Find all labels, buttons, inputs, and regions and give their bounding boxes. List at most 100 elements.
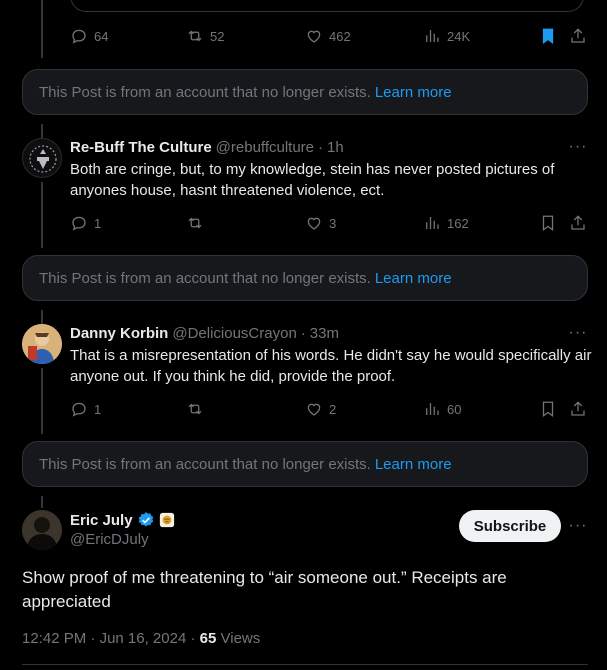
learn-more-link[interactable]: Learn more [375, 270, 452, 287]
heart-icon [307, 30, 321, 43]
bookmark-icon [542, 215, 554, 232]
views-button[interactable]: 60 [423, 399, 461, 419]
cartoon-avatar-icon [22, 324, 62, 364]
unavailable-post-notice: This Post is from an account that no lon… [22, 255, 588, 301]
verified-badge-icon[interactable] [137, 511, 155, 529]
reply-actions: 1 3 162 [70, 213, 592, 233]
avatar[interactable] [22, 138, 62, 178]
unavailable-post-notice: This Post is from an account that no lon… [22, 69, 588, 115]
unavailable-post-notice: This Post is from an account that no lon… [22, 441, 588, 487]
reply-icon [72, 216, 86, 231]
reply-button[interactable]: 1 [70, 213, 101, 233]
like-button[interactable]: 3 [305, 213, 336, 233]
like-count: 462 [329, 28, 351, 44]
share-icon [571, 401, 585, 416]
views-count: 65 [199, 630, 217, 647]
views-count: 60 [447, 401, 462, 417]
thread-line [41, 368, 43, 434]
display-name[interactable]: Eric July [70, 512, 133, 529]
post-date[interactable]: Jun 16, 2024 [100, 630, 187, 647]
display-name[interactable]: Re-Buff The Culture [70, 139, 212, 156]
thread-line [41, 310, 43, 324]
reply-icon [72, 402, 86, 417]
dot-separator: · [318, 138, 324, 156]
reply-header: Danny Korbin @DeliciousCrayon · 33m [70, 323, 339, 343]
display-name[interactable]: Danny Korbin [70, 325, 168, 342]
reply-header: Re-Buff The Culture @rebuffculture · 1h [70, 137, 344, 157]
reply-button[interactable]: 64 [70, 26, 108, 46]
quoted-card-edge [70, 0, 584, 12]
user-handle[interactable]: @DeliciousCrayon [172, 325, 296, 342]
heart-icon [307, 403, 321, 416]
views-icon [426, 403, 439, 415]
reply-count: 1 [94, 401, 102, 417]
more-icon[interactable]: ··· [569, 517, 587, 535]
main-author-name: Eric July [70, 510, 175, 530]
dot-separator: · [190, 630, 200, 647]
thread-line [41, 182, 43, 248]
bookmark-filled-icon [542, 28, 554, 45]
thread-line [41, 496, 43, 508]
reply-count: 64 [94, 28, 109, 44]
share-icon [571, 28, 585, 43]
notice-text: This Post is from an account that no lon… [39, 269, 371, 287]
like-count: 3 [329, 215, 337, 231]
thread-line [41, 0, 43, 58]
main-post-text: Show proof of me threatening to “air som… [22, 568, 507, 611]
bookmark-button[interactable] [539, 399, 557, 419]
main-user-handle[interactable]: @EricDJuly [70, 530, 149, 550]
views-count: 162 [447, 215, 469, 231]
views-icon [426, 217, 439, 229]
divider [22, 664, 588, 665]
repost-button[interactable]: 52 [186, 26, 224, 46]
subscribe-button[interactable]: Subscribe [459, 510, 561, 542]
repost-count: 52 [210, 28, 225, 44]
repost-icon [188, 403, 202, 415]
heart-icon [307, 217, 321, 230]
views-count: 24K [447, 28, 471, 44]
avatar[interactable] [22, 324, 62, 364]
share-button[interactable] [569, 213, 587, 233]
bookmark-button[interactable] [539, 213, 557, 233]
reply-text: That is a misrepresentation of his words… [70, 347, 592, 385]
dot-separator: · [90, 630, 100, 647]
affiliate-badge-icon[interactable] [159, 512, 175, 528]
repost-button[interactable] [186, 213, 204, 233]
notice-text: This Post is from an account that no lon… [39, 83, 371, 101]
bookmark-button[interactable] [539, 26, 557, 46]
thread-line [41, 124, 43, 138]
reply-icon [72, 29, 86, 44]
learn-more-link[interactable]: Learn more [375, 456, 452, 473]
reply-actions: 1 2 60 [70, 399, 592, 419]
avatar[interactable] [22, 510, 62, 550]
share-button[interactable] [569, 399, 587, 419]
post-meta: 12:42 PM · Jun 16, 2024 · 65 Views [22, 630, 260, 647]
share-icon [571, 215, 585, 230]
share-button[interactable] [569, 26, 587, 46]
repost-icon [188, 30, 202, 42]
notice-text: This Post is from an account that no lon… [39, 455, 371, 473]
user-handle[interactable]: @rebuffculture [216, 139, 314, 156]
more-icon[interactable]: ··· [569, 138, 587, 156]
views-button[interactable]: 162 [423, 213, 469, 233]
profile-photo-icon [22, 510, 62, 550]
reply-button[interactable]: 1 [70, 399, 101, 419]
like-count: 2 [329, 401, 337, 417]
views-icon [426, 30, 439, 42]
bookmark-icon [542, 401, 554, 418]
reply-text: Both are cringe, but, to my knowledge, s… [70, 161, 555, 199]
like-button[interactable]: 2 [305, 399, 336, 419]
like-button[interactable]: 462 [305, 26, 351, 46]
views-label: Views [220, 630, 261, 647]
post-time[interactable]: 12:42 PM [22, 630, 86, 647]
top-post-actions: 64 52 462 24K [70, 26, 592, 46]
learn-more-link[interactable]: Learn more [375, 84, 452, 101]
post-time[interactable]: 1h [327, 139, 344, 156]
reply-count: 1 [94, 215, 102, 231]
post-time[interactable]: 33m [310, 325, 339, 342]
repost-icon [188, 217, 202, 229]
views-button[interactable]: 24K [423, 26, 470, 46]
dot-separator: · [300, 324, 306, 342]
more-icon[interactable]: ··· [569, 324, 587, 342]
repost-button[interactable] [186, 399, 204, 419]
